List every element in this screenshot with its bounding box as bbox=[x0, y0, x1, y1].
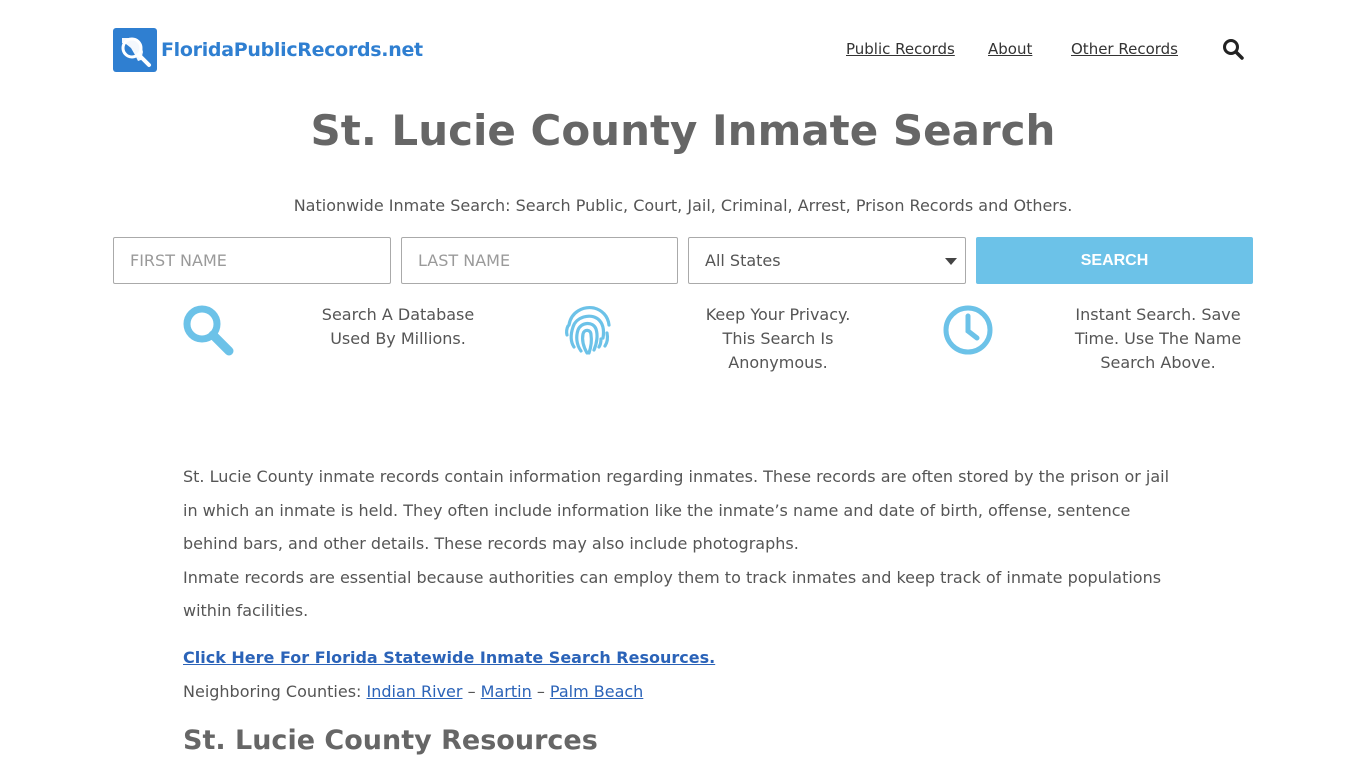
content-paragraph: Inmate records are essential because aut… bbox=[183, 567, 1162, 621]
feature-instant-text: Instant Search. Save Time. Use The Name … bbox=[1074, 305, 1242, 372]
clock-icon bbox=[941, 303, 995, 357]
statewide-resources-link[interactable]: Click Here For Florida Statewide Inmate … bbox=[183, 648, 715, 667]
neighboring-counties: Neighboring Counties: Indian River – Mar… bbox=[183, 682, 643, 701]
neighbor-separator: – bbox=[467, 682, 476, 701]
search-button[interactable]: SEARCH bbox=[976, 237, 1253, 284]
content-body: St. Lucie County inmate records contain … bbox=[183, 460, 1183, 628]
page-subtitle: Nationwide Inmate Search: Search Public,… bbox=[293, 196, 1073, 215]
search-icon bbox=[181, 303, 235, 357]
neighbor-link-martin[interactable]: Martin bbox=[481, 682, 532, 701]
site-header: FloridaPublicRecords.net Public Records … bbox=[0, 0, 1366, 100]
nav-public-records[interactable]: Public Records bbox=[846, 40, 955, 58]
last-name-input[interactable] bbox=[401, 237, 678, 284]
content-paragraph: St. Lucie County inmate records contain … bbox=[183, 467, 1170, 553]
neighbor-link-indian-river[interactable]: Indian River bbox=[367, 682, 463, 701]
neighbors-label: Neighboring Counties: bbox=[183, 682, 362, 701]
feature-database-text: Search A Database Used By Millions. bbox=[321, 305, 475, 348]
state-select[interactable]: All States bbox=[688, 237, 966, 284]
page-title: St. Lucie County Inmate Search bbox=[310, 106, 1056, 155]
logo-text: FloridaPublicRecords.net bbox=[161, 39, 423, 61]
caret-down-icon bbox=[945, 258, 957, 265]
fingerprint-icon bbox=[561, 303, 615, 357]
nav-about[interactable]: About bbox=[988, 40, 1032, 58]
logo-florida-magnifier-icon bbox=[113, 28, 157, 72]
section-title: St. Lucie County Resources bbox=[183, 725, 598, 756]
nav-other-records[interactable]: Other Records bbox=[1071, 40, 1178, 58]
first-name-input[interactable] bbox=[113, 237, 391, 284]
neighbor-link-palm-beach[interactable]: Palm Beach bbox=[550, 682, 643, 701]
site-logo[interactable]: FloridaPublicRecords.net bbox=[113, 28, 423, 72]
neighbor-separator: – bbox=[536, 682, 545, 701]
feature-privacy-text: Keep Your Privacy. This Search Is Anonym… bbox=[705, 305, 851, 372]
state-select-value: All States bbox=[705, 251, 781, 270]
nav-search-icon[interactable] bbox=[1221, 37, 1245, 61]
